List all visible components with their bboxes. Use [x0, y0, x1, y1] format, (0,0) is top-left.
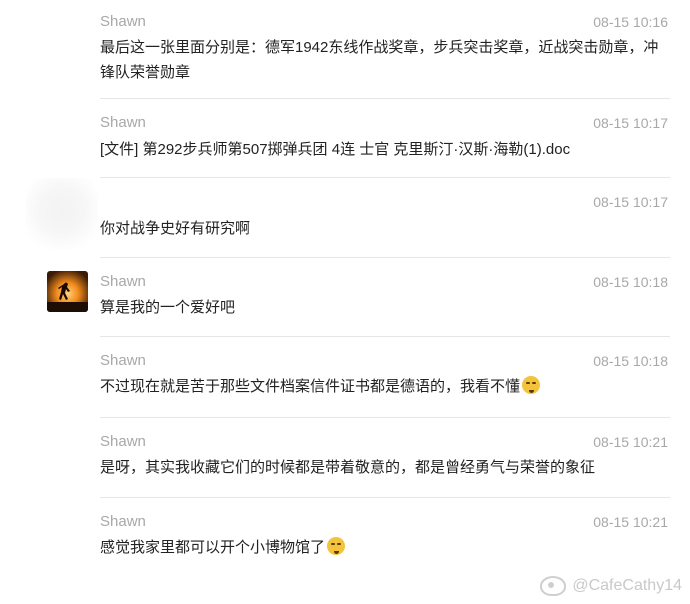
sender-name: Shawn	[100, 433, 146, 450]
message-time: 08-15 10:21	[593, 514, 668, 530]
message-text[interactable]: 你对战争史好有研究啊	[100, 216, 664, 241]
crying-face-icon	[522, 376, 541, 394]
sunset-runner-avatar-icon	[47, 271, 88, 312]
sender-name: Shawn	[100, 13, 146, 30]
watermark: @CafeCathy14	[540, 576, 682, 596]
message-time: 08-15 10:17	[593, 115, 668, 131]
sender-name: Shawn	[100, 114, 146, 131]
divider	[100, 497, 670, 498]
message-time: 08-15 10:16	[593, 14, 668, 30]
message-text[interactable]: 最后这一张里面分别是：德军1942东线作战奖章，步兵突击奖章，近战突击勋章，冲锋…	[100, 35, 664, 85]
message-time: 08-15 10:18	[593, 353, 668, 369]
weibo-icon	[540, 576, 567, 596]
divider	[100, 336, 670, 337]
divider	[100, 417, 670, 418]
message-text-wrap[interactable]: 不过现在就是苦于那些文件档案信件证书都是德语的，我看不懂	[100, 374, 664, 399]
message-text[interactable]: 是呀，其实我收藏它们的时候都是带着敬意的，都是曾经勇气与荣誉的象征	[100, 455, 664, 480]
laughing-tears-icon	[327, 537, 346, 555]
file-link[interactable]: [文件] 第292步兵师第507掷弹兵团 4连 士官 克里斯汀·汉斯·海勒(1)…	[100, 137, 664, 162]
message-time: 08-15 10:18	[593, 274, 668, 290]
message-text: 感觉我家里都可以开个小博物馆了	[100, 539, 326, 556]
avatar[interactable]	[47, 271, 88, 312]
message-text: 不过现在就是苦于那些文件档案信件证书都是德语的，我看不懂	[100, 378, 521, 395]
message-time: 08-15 10:17	[593, 194, 668, 210]
divider	[100, 257, 670, 258]
divider	[100, 177, 670, 178]
watermark-text: @CafeCathy14	[572, 577, 682, 594]
sender-name: Shawn	[100, 273, 146, 290]
message-time: 08-15 10:21	[593, 434, 668, 450]
message-text[interactable]: 算是我的一个爱好吧	[100, 295, 664, 320]
sender-name: Shawn	[100, 513, 146, 530]
divider	[100, 98, 670, 99]
sender-name: Shawn	[100, 352, 146, 369]
avatar[interactable]	[26, 178, 98, 250]
message-text-wrap[interactable]: 感觉我家里都可以开个小博物馆了	[100, 535, 664, 560]
